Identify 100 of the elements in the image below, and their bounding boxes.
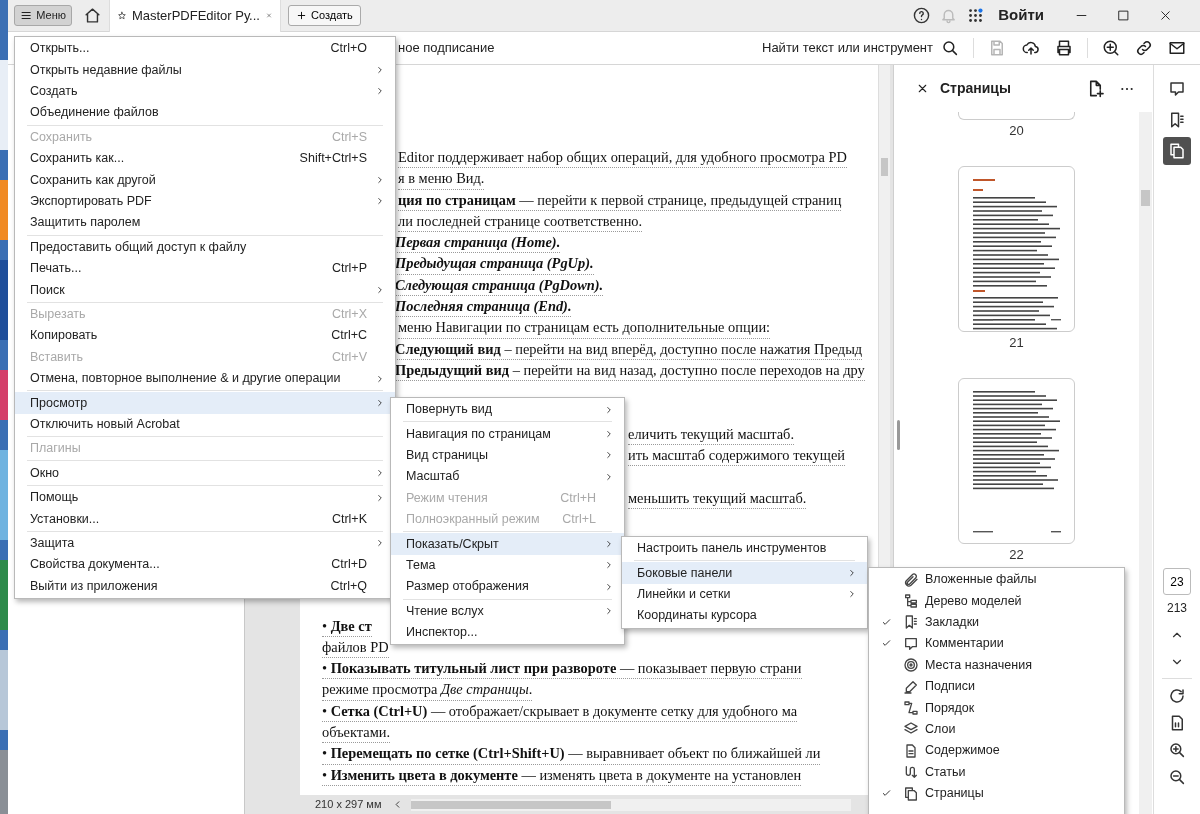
document-text: меню Навигации по страницам есть дополнительные опции: [398, 317, 771, 339]
shortcut-label: Ctrl+X [331, 306, 367, 323]
menu-item[interactable]: Открыть недавние файлы [15, 59, 395, 81]
paperclip-icon [903, 571, 919, 588]
pen-icon [903, 678, 919, 695]
menu-item[interactable]: Просмотр [15, 392, 395, 414]
menu-item[interactable]: Тема [391, 554, 624, 577]
sign-in-button[interactable]: Войти [998, 4, 1044, 27]
menu-item[interactable]: Порядок [869, 697, 1124, 719]
document-text: ли последней странице соответственно. [398, 210, 643, 233]
pages-icon [1168, 142, 1186, 160]
menu-item[interactable]: Масштаб [391, 466, 624, 488]
menu-item[interactable]: Боковые панели [622, 562, 867, 584]
close-icon[interactable] [916, 82, 929, 95]
bookmark-icon [1168, 111, 1186, 129]
document-text: режиме просмотра Две страницы. [322, 679, 533, 701]
document-text: еличить текущий масштаб. [628, 423, 795, 446]
shortcut-label: Ctrl+L [562, 511, 596, 529]
menu-item[interactable]: Инспектор... [391, 621, 624, 644]
speech-bubble-icon [903, 635, 919, 652]
document-tab[interactable]: MasterPDFEditor Ру... [109, 0, 281, 32]
menu-item[interactable]: Содержимое [869, 740, 1124, 762]
document-text: ить масштаб содержимого текущей [628, 445, 845, 467]
menu-button[interactable]: Меню [14, 5, 72, 26]
menu-item[interactable]: Настроить панель инструментов [622, 538, 867, 560]
search-icon[interactable] [941, 39, 959, 57]
page-number-field[interactable]: 23 [1163, 568, 1191, 595]
page-thumbnail[interactable] [958, 166, 1075, 332]
menu-item[interactable]: Отмена, повторное выполнение & и другие операции [15, 367, 395, 390]
menu-item[interactable]: Дерево моделей [869, 590, 1124, 612]
page-thumbnail[interactable] [958, 112, 1075, 120]
zoom-in-icon[interactable] [1168, 740, 1186, 759]
menu-item[interactable]: Защитить паролем [15, 212, 395, 234]
menu-item[interactable]: Линейки и сетки [622, 583, 867, 606]
shortcut-label: Ctrl+D [331, 556, 367, 574]
home-icon[interactable] [84, 7, 101, 24]
resize-handle[interactable] [897, 420, 900, 450]
menu-item[interactable]: Комментарии [869, 633, 1124, 655]
close-icon[interactable] [1158, 8, 1173, 23]
shortcut-label: Ctrl+K [331, 510, 367, 528]
page-size-label: 210 x 297 мм [315, 797, 382, 813]
shortcut-label: Ctrl+C [331, 327, 367, 345]
document-text: • Изменить цвета в документе — изменять цвета в документе на установлен [322, 764, 802, 786]
menu-item[interactable]: Размер отображения [391, 576, 624, 598]
menu-item[interactable]: Вложенные файлы [869, 569, 1124, 591]
menu-item[interactable]: Статьи [869, 761, 1124, 783]
document-text: Editor поддерживает набор общих операций, для удобного просмотра PD [398, 147, 847, 169]
panel-title: Страницы [940, 79, 1012, 98]
printer-icon[interactable] [1055, 39, 1073, 57]
menu-item[interactable]: Вид страницы [391, 444, 624, 467]
menu-item[interactable]: Печать... Ctrl+P [15, 257, 395, 280]
menu-item[interactable]: Предоставить общий доступ к файлу [15, 236, 395, 258]
link-icon[interactable] [1135, 39, 1153, 57]
menu-item[interactable]: Чтение вслух [391, 600, 624, 622]
menu-item[interactable]: Подписи [869, 675, 1124, 698]
menu-item[interactable]: Копировать Ctrl+C [15, 325, 395, 347]
menu-item[interactable]: Координаты курсора [622, 605, 867, 627]
menu-item[interactable]: Страницы [869, 782, 1124, 805]
search-label[interactable]: Найти текст или инструмент [762, 38, 933, 58]
menu-item[interactable]: Сохранить как... Shift+Ctrl+S [15, 147, 395, 170]
shortcut-label: Ctrl+O [330, 40, 367, 58]
search-plus-icon[interactable] [1102, 39, 1120, 57]
document-text: ция по страницам — перейти к первой странице, предыдущей страниц [398, 189, 842, 211]
menu-item[interactable]: Показать/Скрыт [391, 533, 624, 555]
menu-item[interactable]: Слои [869, 718, 1124, 741]
flow-icon [903, 764, 919, 781]
plus-icon [296, 10, 307, 21]
zoom-out-icon[interactable] [1168, 767, 1186, 786]
maximize-icon[interactable] [1116, 8, 1131, 23]
help-icon[interactable] [913, 7, 931, 24]
create-button[interactable]: Создать [288, 5, 361, 26]
shortcut-label: Ctrl+H [560, 489, 596, 507]
toolbar-label[interactable]: ное подписание [398, 38, 495, 58]
apps-icon[interactable] [967, 7, 985, 24]
panel-toggle-button[interactable] [1163, 137, 1191, 165]
document-text: • Сетка (Ctrl+U) — отображает/скрывает в документе сетку для удобного ма [322, 700, 798, 722]
horizontal-scrollbar[interactable] [410, 798, 851, 811]
menu-item[interactable]: Закладки [869, 611, 1124, 634]
menu-item[interactable]: Навигация по страницам [391, 423, 624, 445]
page-thumbnail[interactable] [958, 378, 1075, 544]
document-text: • Две ст [322, 615, 372, 637]
vertical-scrollbar[interactable] [1139, 112, 1152, 814]
document-text: файлов PD [322, 636, 389, 659]
menu-item[interactable]: Создать [15, 80, 395, 103]
connector-icon [903, 700, 919, 717]
document-text: я в меню Вид. [398, 168, 485, 190]
menu-item[interactable]: Экспортировать PDF [15, 190, 395, 213]
shortcut-label: Shift+Ctrl+S [299, 150, 367, 168]
menu-item[interactable]: Открыть... Ctrl+O [15, 38, 395, 60]
mail-icon[interactable] [1168, 39, 1186, 57]
cloud-upload-icon[interactable] [1022, 39, 1040, 57]
rotate-icon[interactable] [1168, 686, 1186, 705]
target-icon [903, 657, 919, 674]
menu-item[interactable]: Сохранить как другой [15, 169, 395, 191]
document-text: • Перемещать по сетке (Ctrl+Shift+U) — выравнивает объект по ближайшей ли [322, 743, 821, 765]
menu-item[interactable]: Поиск [15, 279, 395, 301]
menu-item[interactable]: Места назначения [869, 654, 1124, 676]
menu-icon [20, 9, 33, 22]
document-text: • Показывать титульный лист при развороте — показывает первую страни [322, 658, 802, 680]
menu-item[interactable]: Объединение файлов [15, 102, 395, 124]
